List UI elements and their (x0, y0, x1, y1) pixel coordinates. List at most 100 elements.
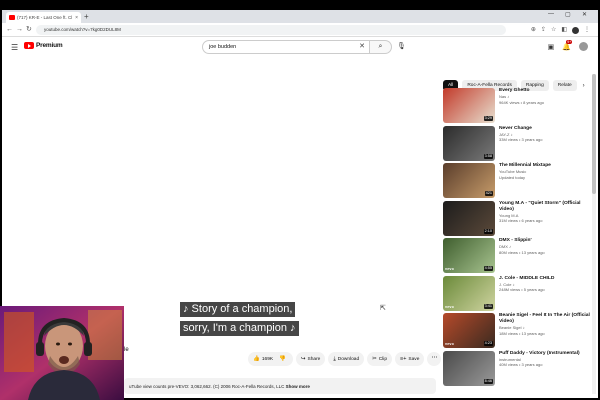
thumbs-up-icon: 👍 (253, 356, 260, 362)
video-title: Young M.A - "Quiet Storm" (Official Vide… (499, 200, 581, 212)
search-value: joe budden (209, 44, 237, 50)
screen: (717) KR-E - Last One ft. Cl × + — ▢ ✕ ←… (0, 0, 600, 400)
save-button[interactable]: ≡+ Save (395, 352, 425, 366)
view-count: Updated today (499, 174, 526, 180)
caption-line-1: ♪ Story of a champion, (180, 302, 296, 317)
vevo-logo: vevo (445, 267, 454, 271)
youtube-logo[interactable]: Premium (24, 42, 63, 49)
clear-search-icon[interactable]: ✕ (359, 41, 365, 53)
profile-avatar-icon[interactable] (572, 26, 579, 34)
view-count: 18M views • 13 years ago (499, 330, 545, 336)
search-icon: ⌕ (378, 43, 383, 50)
like-count: 169K (261, 356, 274, 362)
video-thumbnail[interactable]: 4:23 vevo (443, 313, 495, 348)
video-thumbnail[interactable]: 8:46 (443, 350, 495, 386)
url-field[interactable]: youtube.com/watch?v=7kg0D2DUL8M (36, 25, 506, 35)
recommendation-meta: J. Cole - MIDDLE CHILD J. Cole ♪ 248M view… (499, 276, 591, 312)
webcam-person-image (0, 306, 124, 400)
recommendation-item[interactable]: 4:23 vevo Beanie Sigel - Feel It In The Ai… (443, 313, 593, 349)
duration-badge: 421 (484, 191, 493, 196)
description-text: uTube view counts pre-VEVO: 3,062,662. (… (129, 384, 285, 389)
more-actions-icon[interactable]: ⋯ (427, 352, 442, 366)
bookmark-star-icon[interactable]: ☆ (551, 26, 556, 34)
recommendation-meta: DMX - Slippin' DMX ♪ 80M views • 13 years … (499, 238, 591, 274)
share-icon: ↪ (300, 356, 306, 362)
share-page-icon[interactable]: ⇪ (541, 26, 546, 34)
browser-tab[interactable]: (717) KR-E - Last One ft. Cl × (6, 12, 81, 23)
video-actions: 👍 169K 👎 ↪ Share ⤓ Download ✂ Clip ≡+ Sa… (248, 352, 442, 366)
thumbs-down-icon[interactable]: 👎 (279, 356, 286, 362)
vevo-logo: vevo (445, 342, 454, 346)
install-icon[interactable]: ⊕ (531, 26, 536, 34)
video-thumbnail[interactable]: 3:41 vevo (443, 275, 495, 311)
duration-badge: 4:55 (483, 266, 493, 271)
youtube-play-icon (24, 42, 34, 49)
recommendation-item[interactable]: 8:46 Puff Daddy - Victory (Instrumental) i… (443, 350, 593, 387)
save-playlist-icon: ≡+ (400, 356, 407, 362)
recommendation-item[interactable]: 2:10 Young M.A - "Quiet Storm" (Official … (443, 200, 593, 237)
save-label: Save (408, 356, 420, 362)
page-scrollbar[interactable] (592, 74, 596, 394)
account-avatar[interactable] (579, 42, 588, 51)
description-box[interactable]: uTube view counts pre-VEVO: 3,062,662. (… (124, 378, 436, 394)
video-thumbnail[interactable]: 3:58 (443, 125, 495, 161)
recommendation-item[interactable]: 3:29 Every Ghetto Nas ♪ 964K views • 8 year… (443, 88, 593, 124)
extensions-icon[interactable]: ◧ (561, 26, 567, 34)
recommendation-item[interactable]: 3:41 vevo J. Cole - MIDDLE CHILD J. Cole ♪ 2… (443, 275, 593, 312)
view-count: 31M views • 6 years ago (499, 218, 543, 223)
share-label: Share (307, 356, 321, 362)
close-window-icon[interactable]: ✕ (582, 11, 587, 18)
clip-label: Clip (378, 356, 387, 362)
download-icon: ⤓ (333, 355, 336, 362)
download-button[interactable]: ⤓ Download (328, 352, 365, 366)
maximize-icon[interactable]: ▢ (565, 11, 571, 18)
clip-button[interactable]: ✂ Clip (367, 352, 392, 366)
video-thumbnail[interactable]: 4:55 vevo (443, 238, 495, 273)
youtube-header: ☰ Premium joe budden ✕ ⌕ 🎙 ▣ 🔔 9+ (2, 37, 598, 59)
tab-close-icon[interactable]: × (75, 15, 78, 21)
view-count: 40M views • 3 years ago (499, 362, 543, 367)
recommendation-meta: Puff Daddy - Victory (Instrumental) instr… (499, 351, 591, 387)
video-thumbnail[interactable]: 3:29 (443, 88, 495, 123)
video-title: Puff Daddy - Victory (Instrumental) (499, 350, 580, 356)
search-button[interactable]: ⌕ (370, 40, 392, 54)
recommendation-item[interactable]: 4:55 vevo DMX - Slippin' DMX ♪ 80M views • 1… (443, 238, 593, 274)
recommendation-item[interactable]: 421 The Millennial Mixtape YouTube Music Up… (443, 163, 593, 199)
voice-search-icon[interactable]: 🎙 (397, 42, 406, 50)
scissors-icon: ✂ (372, 356, 377, 362)
logo-text: Premium (36, 42, 63, 49)
new-tab-button[interactable]: + (84, 12, 89, 21)
reload-icon[interactable]: ↻ (26, 26, 32, 34)
search-input[interactable]: joe budden ✕ (202, 40, 370, 54)
view-count: 33M views • 3 years ago (499, 137, 543, 142)
back-icon[interactable]: ← (6, 26, 13, 34)
recommendation-item[interactable]: 3:58 Never Change JAY-Z ♪ 33M views • 3 yea… (443, 125, 593, 162)
view-count: 80M views • 13 years ago (499, 249, 545, 255)
duration-badge: 3:41 (483, 303, 493, 309)
minimize-icon[interactable]: — (548, 11, 554, 17)
webcam-overlay (0, 306, 124, 400)
notifications-bell-icon[interactable]: 🔔 9+ (562, 39, 573, 51)
video-title-fragment: le (124, 347, 129, 353)
tab-strip: (717) KR-E - Last One ft. Cl × + — ▢ ✕ (2, 10, 598, 23)
header-right-icons: ▣ 🔔 9+ (548, 39, 588, 51)
view-count: 964K views • 8 years ago (499, 99, 544, 105)
video-thumbnail[interactable]: 2:10 (443, 200, 495, 236)
menu-hamburger-icon[interactable]: ☰ (11, 43, 18, 52)
browser-menu-icon[interactable]: ⋮ (584, 26, 590, 34)
forward-icon[interactable]: → (16, 26, 23, 34)
show-more-link[interactable]: Show more (286, 384, 310, 389)
captions: ♪ Story of a champion, sorry, I'm a cham… (180, 299, 299, 337)
duration-badge: 3:29 (483, 116, 493, 121)
extension-icons: ⊕ ⇪ ☆ ◧ ⋮ (531, 26, 590, 34)
like-button[interactable]: 👍 169K 👎 (248, 352, 293, 366)
share-button[interactable]: ↪ Share (295, 352, 326, 366)
view-count: 248M views • 5 years ago (499, 287, 545, 292)
vevo-logo: vevo (445, 304, 454, 309)
video-thumbnail[interactable]: 421 (443, 163, 495, 198)
create-video-icon[interactable]: ▣ (548, 43, 555, 51)
duration-badge: 8:46 (483, 378, 493, 384)
recommendation-meta: Young M.A - "Quiet Storm" (Official Vide… (499, 201, 591, 237)
recommendation-meta: The Millennial Mixtape YouTube Music Updat… (499, 163, 591, 199)
scrollbar-thumb[interactable] (592, 74, 596, 194)
